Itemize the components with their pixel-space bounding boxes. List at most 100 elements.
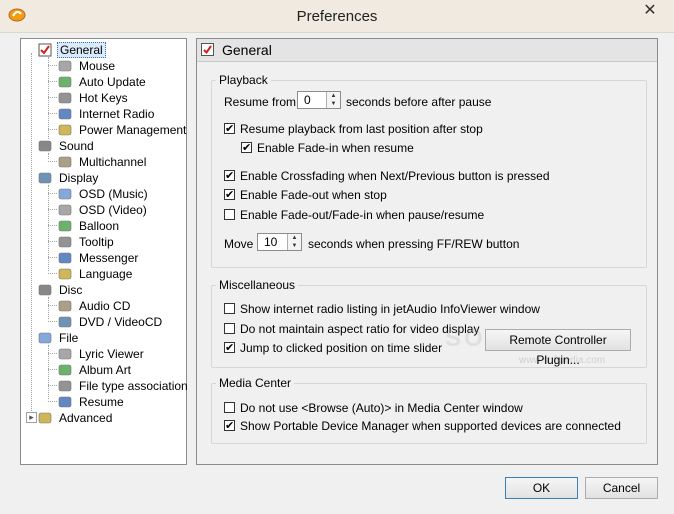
resume-last-position-checkbox[interactable]: Resume playback from last position after… — [224, 121, 483, 137]
tree-item-album-art[interactable]: Album Art — [58, 361, 133, 377]
panel-title: General — [222, 42, 272, 58]
tree-item-label: OSD (Music) — [79, 186, 148, 201]
tree-item-label: Language — [79, 266, 133, 281]
tree-item-label: OSD (Video) — [79, 202, 147, 217]
checkbox-box[interactable] — [224, 121, 235, 137]
tree-item-display[interactable]: Display — [38, 169, 100, 185]
checkbox-box[interactable] — [224, 168, 235, 184]
tree-item-balloon[interactable]: Balloon — [58, 217, 121, 233]
file-type-icon — [58, 379, 74, 393]
crossfading-checkbox[interactable]: Enable Crossfading when Next/Previous bu… — [224, 168, 550, 184]
checkbox-box[interactable] — [224, 209, 235, 221]
checkbox-box[interactable] — [224, 340, 235, 356]
tree-item-resume[interactable]: Resume — [58, 393, 126, 409]
no-browse-auto-checkbox[interactable]: Do not use <Browse (Auto)> in Media Cent… — [224, 400, 523, 416]
media-center-legend: Media Center — [219, 376, 292, 390]
checkbox-label: Enable Crossfading when Next/Previous bu… — [240, 169, 550, 183]
move-seconds-spinner[interactable]: 10 ▲ ▼ — [257, 233, 302, 251]
tree-item-hot-keys[interactable]: Hot Keys — [58, 89, 130, 105]
checkbox-label: Do not use <Browse (Auto)> in Media Cent… — [240, 401, 523, 415]
tree-item-auto-update[interactable]: Auto Update — [58, 73, 148, 89]
move-suffix: seconds when pressing FF/REW button — [308, 237, 520, 251]
osd-music-icon — [58, 187, 74, 201]
tree-item-label: Auto Update — [79, 74, 146, 89]
checkbox-box[interactable] — [224, 418, 235, 434]
keyboard-icon — [58, 91, 74, 105]
tree-item-label: Messenger — [79, 250, 139, 265]
tree-item-label: General — [57, 41, 106, 58]
tree-item-label: Audio CD — [79, 298, 131, 313]
tree-item-language[interactable]: Language — [58, 265, 134, 281]
dvd-icon — [58, 315, 74, 329]
tree-item-file[interactable]: File — [38, 329, 80, 345]
tree-item-multichannel[interactable]: Multichannel — [58, 153, 148, 169]
general-check-icon — [201, 43, 214, 56]
fade-pause-checkbox[interactable]: Enable Fade-out/Fade-in when pause/resum… — [224, 207, 484, 223]
update-icon — [58, 75, 74, 89]
tree-item-advanced[interactable]: Advanced — [38, 409, 114, 425]
tree-item-internet-radio[interactable]: Internet Radio — [58, 105, 156, 121]
spin-up-icon[interactable]: ▲ — [287, 234, 301, 242]
preferences-tree[interactable]: General Mouse Auto Update Hot Keys Internet … — [20, 38, 190, 465]
spin-up-icon[interactable]: ▲ — [326, 92, 340, 100]
close-icon[interactable]: ✕ — [628, 0, 672, 22]
monitor-icon — [38, 171, 54, 185]
disc-icon — [38, 283, 54, 297]
tree-item-label: Balloon — [79, 218, 120, 233]
speaker-icon — [38, 139, 54, 153]
tree-item-label: Internet Radio — [79, 106, 155, 121]
tree-item-label: Multichannel — [79, 154, 147, 169]
checkbox-label: Show internet radio listing in jetAudio … — [240, 302, 540, 316]
checkbox-box[interactable] — [224, 187, 235, 203]
tree-item-label: Album Art — [79, 362, 132, 377]
tree-item-audio-cd[interactable]: Audio CD — [58, 297, 132, 313]
lyric-icon — [58, 347, 74, 361]
checkbox-label: Show Portable Device Manager when suppor… — [240, 419, 621, 433]
tree-item-mouse[interactable]: Mouse — [58, 57, 117, 73]
advanced-icon — [38, 411, 54, 425]
checkbox-box[interactable] — [224, 402, 235, 414]
checkbox-box[interactable] — [224, 323, 235, 335]
tree-item-lyric-viewer[interactable]: Lyric Viewer — [58, 345, 146, 361]
checkbox-box[interactable] — [224, 303, 235, 315]
jump-clicked-position-checkbox[interactable]: Jump to clicked position on time slider — [224, 340, 442, 356]
no-aspect-ratio-checkbox[interactable]: Do not maintain aspect ratio for video d… — [224, 321, 479, 337]
tree-item-tooltip[interactable]: Tooltip — [58, 233, 116, 249]
tree-item-label: Display — [59, 170, 99, 185]
remote-controller-plugin-button[interactable]: Remote Controller Plugin... — [485, 329, 631, 367]
tree-item-label: File type association — [79, 378, 188, 393]
checkbox-label: Resume playback from last position after… — [240, 122, 483, 136]
spin-down-icon[interactable]: ▼ — [287, 242, 301, 250]
tree-item-file-type-association[interactable]: File type association — [58, 377, 190, 393]
expand-icon[interactable]: ▸ — [26, 412, 37, 423]
osd-video-icon — [58, 203, 74, 217]
cancel-button[interactable]: Cancel — [585, 477, 658, 499]
tree-item-general[interactable]: General — [38, 41, 106, 58]
cd-icon — [58, 299, 74, 313]
album-art-icon — [58, 363, 74, 377]
fade-in-resume-checkbox[interactable]: Enable Fade-in when resume — [241, 140, 414, 156]
move-seconds-value: 10 — [264, 235, 278, 249]
tree-item-label: Lyric Viewer — [79, 346, 144, 361]
tree-item-label: Power Management — [79, 122, 187, 137]
resume-from-spinner[interactable]: 0 ▲ ▼ — [297, 91, 341, 109]
tree-item-osd-video[interactable]: OSD (Video) — [58, 201, 149, 217]
tree-item-dvd-videocd[interactable]: DVD / VideoCD — [58, 313, 164, 329]
show-radio-listing-checkbox[interactable]: Show internet radio listing in jetAudio … — [224, 301, 540, 317]
spin-down-icon[interactable]: ▼ — [326, 100, 340, 108]
show-pdm-checkbox[interactable]: Show Portable Device Manager when suppor… — [224, 418, 621, 434]
tree-item-label: Sound — [59, 138, 94, 153]
playback-legend: Playback — [219, 73, 268, 87]
ok-button[interactable]: OK — [505, 477, 578, 499]
tree-item-label: Resume — [79, 394, 124, 409]
tree-item-disc[interactable]: Disc — [38, 281, 84, 297]
fade-out-stop-checkbox[interactable]: Enable Fade-out when stop — [224, 187, 387, 203]
tree-item-power-management[interactable]: Power Management — [58, 121, 188, 137]
resume-icon — [58, 395, 74, 409]
radio-icon — [58, 107, 74, 121]
tree-item-messenger[interactable]: Messenger — [58, 249, 140, 265]
tree-item-label: Disc — [59, 282, 83, 297]
checkbox-box[interactable] — [241, 140, 252, 156]
tree-item-sound[interactable]: Sound — [38, 137, 96, 153]
tree-item-osd-music[interactable]: OSD (Music) — [58, 185, 150, 201]
